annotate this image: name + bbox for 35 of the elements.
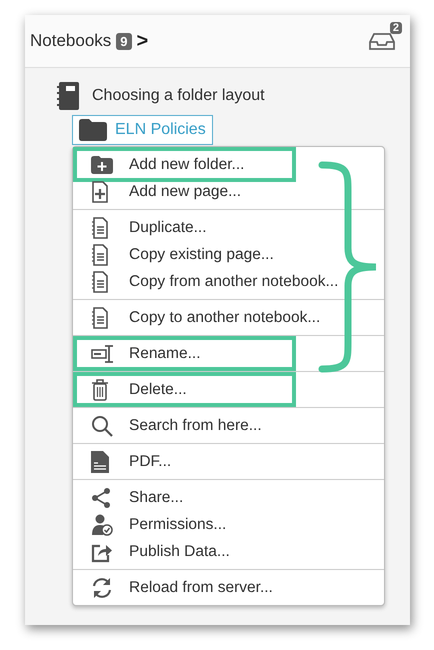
notebook-label[interactable]: Choosing a folder layout bbox=[92, 87, 265, 105]
menu-item[interactable]: Reload from server... bbox=[73, 574, 384, 601]
panel-title[interactable]: Notebooks bbox=[30, 31, 112, 51]
page-icon bbox=[91, 306, 109, 328]
menu-item[interactable]: Copy to another notebook... bbox=[73, 304, 384, 331]
menu-item[interactable]: Search from here... bbox=[73, 412, 384, 439]
page-icon bbox=[91, 270, 109, 292]
menu-item[interactable]: Delete... bbox=[73, 376, 384, 403]
menu-item[interactable]: Duplicate... bbox=[73, 214, 384, 241]
inbox-icon[interactable] bbox=[368, 31, 396, 51]
menu-item[interactable]: Share... bbox=[73, 484, 384, 511]
menu-item[interactable]: Copy from another notebook... bbox=[73, 268, 384, 295]
user-check-icon bbox=[91, 514, 113, 536]
menu-item[interactable]: Add new folder... bbox=[73, 151, 384, 178]
add-page-icon bbox=[91, 180, 109, 202]
add-folder-icon bbox=[91, 156, 113, 174]
notification-badge: 2 bbox=[390, 22, 402, 34]
chevron[interactable]: > bbox=[136, 30, 148, 52]
rename-icon bbox=[91, 344, 115, 364]
share-icon bbox=[91, 486, 111, 508]
page-icon bbox=[91, 244, 109, 266]
count-badge: 9 bbox=[116, 32, 132, 50]
search-icon bbox=[91, 414, 113, 436]
notebook-icon bbox=[57, 82, 79, 110]
menu-item[interactable]: Copy existing page... bbox=[73, 241, 384, 268]
page-icon bbox=[91, 216, 109, 238]
menu-item[interactable]: Publish Data... bbox=[73, 538, 384, 565]
pdf-file-icon bbox=[91, 450, 109, 472]
folder-icon bbox=[79, 119, 107, 141]
menu-item[interactable]: PDF... bbox=[73, 448, 384, 475]
menu-item[interactable]: Add new page... bbox=[73, 178, 384, 205]
reload-icon bbox=[91, 576, 113, 598]
trash-icon bbox=[91, 378, 109, 400]
menu-item[interactable]: Permissions... bbox=[73, 511, 384, 538]
menu-item[interactable]: Rename... bbox=[73, 340, 384, 367]
